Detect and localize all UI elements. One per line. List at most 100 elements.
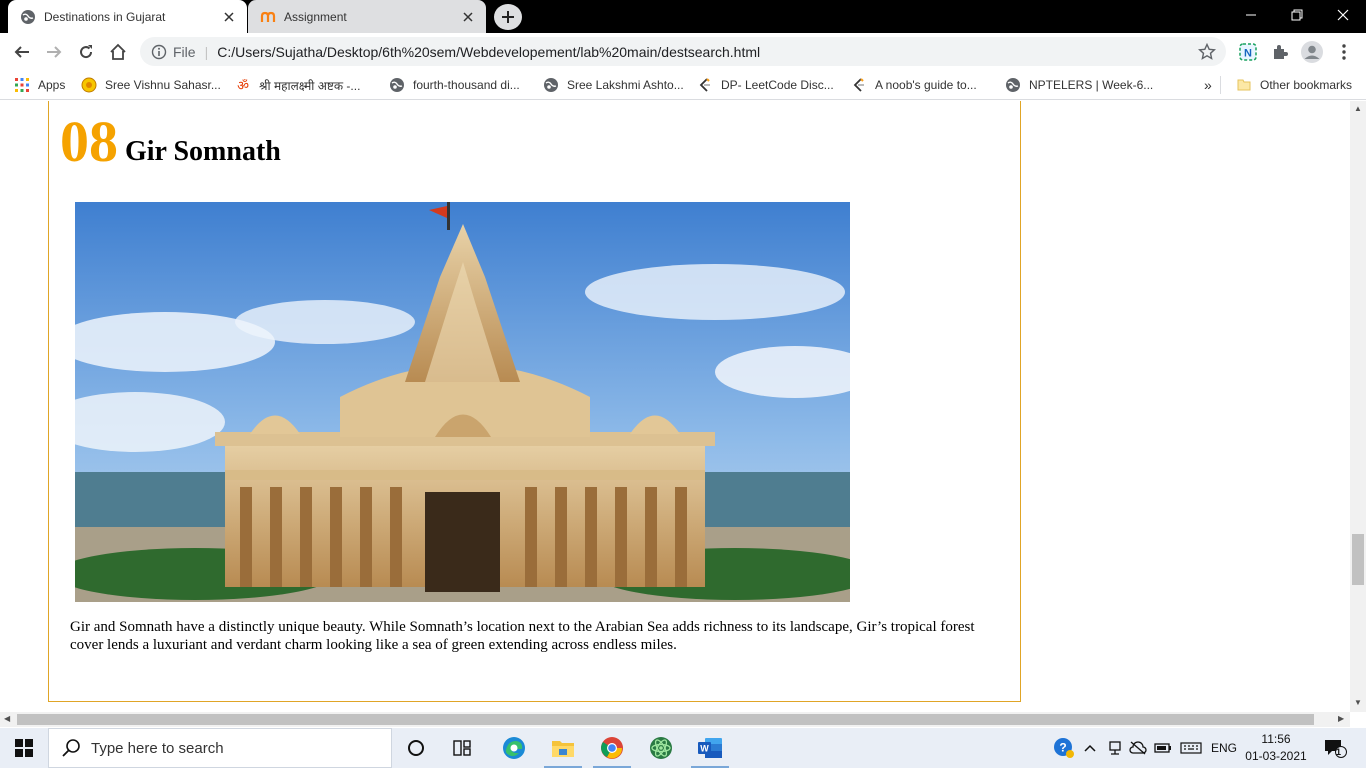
address-bar[interactable]: File | C:/Users/Sujatha/Desktop/6th%20se…: [140, 37, 1226, 66]
reload-icon: [80, 45, 93, 59]
taskbar-edge[interactable]: [491, 728, 537, 768]
bookmark-label: fourth-thousand di...: [413, 78, 520, 92]
chevron-up-icon[interactable]: [1080, 728, 1100, 768]
atom-editor-icon: [650, 737, 672, 759]
cloud-off-icon[interactable]: [1127, 728, 1149, 768]
scroll-right-icon[interactable]: ▶: [1338, 714, 1344, 723]
taskbar-word[interactable]: W: [687, 728, 733, 768]
globe-icon: [389, 77, 405, 93]
taskbar-search-placeholder: Type here to search: [91, 739, 224, 757]
battery-icon[interactable]: [1152, 728, 1174, 768]
close-tab-icon[interactable]: [460, 9, 476, 25]
destination-description: Gir and Somnath have a distinctly unique…: [70, 619, 975, 653]
notifications-button[interactable]: 1: [1318, 728, 1352, 768]
help-tray-icon[interactable]: ?: [1052, 728, 1076, 768]
address-separator: |: [204, 43, 209, 60]
horizontal-scroll-thumb[interactable]: [17, 714, 1314, 725]
close-window-button[interactable]: [1320, 0, 1366, 30]
bookmark-lakshmi-ashto[interactable]: Sree Lakshmi Ashto...: [543, 76, 684, 94]
close-tab-icon[interactable]: [221, 9, 237, 25]
system-clock[interactable]: 11:56 01-03-2021: [1244, 731, 1308, 765]
vertical-scrollbar[interactable]: [1350, 101, 1366, 712]
bookmark-apps[interactable]: Apps: [14, 76, 65, 94]
bookmark-vishnu[interactable]: Sree Vishnu Sahasr...: [81, 76, 221, 94]
close-icon: [1337, 9, 1349, 21]
plus-icon: [502, 11, 514, 23]
word-icon: W: [698, 738, 722, 758]
home-button[interactable]: [104, 38, 132, 66]
cortana-circle-icon: [408, 740, 424, 756]
bookmark-fourth-thousand[interactable]: fourth-thousand di...: [389, 76, 520, 94]
bookmark-label: Apps: [38, 78, 66, 92]
bookmark-label: Sree Vishnu Sahasr...: [105, 78, 221, 92]
apps-grid-icon: [14, 77, 30, 93]
task-view-icon: [453, 740, 471, 756]
taskbar-search[interactable]: Type here to search: [48, 728, 392, 768]
leetcode-icon: [697, 77, 713, 93]
bookmarks-divider: [1220, 76, 1221, 94]
new-tab-button[interactable]: [494, 4, 522, 30]
svg-text:?: ?: [1059, 741, 1066, 755]
menu-kebab-icon[interactable]: [1332, 40, 1356, 64]
more-bookmarks-button[interactable]: »: [1204, 76, 1212, 94]
scroll-down-icon[interactable]: ▼: [1354, 698, 1362, 707]
notification-count: 1: [1336, 747, 1342, 757]
chrome-icon: [601, 737, 623, 759]
globe-icon: [1005, 77, 1021, 93]
tab-title: Assignment: [284, 9, 347, 24]
keyboard-icon[interactable]: [1178, 728, 1204, 768]
bookmark-label: NPTELERS | Week-6...: [1029, 78, 1154, 92]
extensions-puzzle-icon[interactable]: [1268, 40, 1292, 64]
edge-icon: [503, 737, 525, 759]
vertical-scroll-thumb[interactable]: [1352, 534, 1364, 585]
back-arrow-icon: [14, 46, 29, 58]
page-viewport: 08 Gir Somnath Gir and Somnath have a di…: [0, 101, 1350, 712]
info-icon[interactable]: [151, 44, 167, 60]
svg-text:ॐ: ॐ: [237, 79, 249, 93]
tab-destinations[interactable]: Destinations in Gujarat: [8, 0, 247, 33]
bookmark-leetcode-dp[interactable]: DP- LeetCode Disc...: [697, 76, 834, 94]
bookmark-mahalakshmi[interactable]: ॐ श्री महालक्ष्मी अष्टक -...: [235, 76, 360, 94]
bookmark-label: Sree Lakshmi Ashto...: [567, 78, 684, 92]
bookmarks-bar: Apps Sree Vishnu Sahasr... ॐ श्री महालक्…: [0, 70, 1366, 100]
scroll-up-icon[interactable]: ▲: [1354, 104, 1362, 113]
start-button[interactable]: [0, 728, 48, 768]
back-button[interactable]: [8, 38, 36, 66]
browser-toolbar: File | C:/Users/Sujatha/Desktop/6th%20se…: [0, 33, 1366, 70]
extension-n-icon[interactable]: N: [1236, 40, 1260, 64]
bookmark-noob-guide[interactable]: A noob's guide to...: [851, 76, 977, 94]
task-view-button[interactable]: [440, 728, 486, 768]
destination-title: Gir Somnath: [125, 136, 281, 167]
somnath-temple-image: [75, 202, 850, 602]
sun-icon: [81, 77, 97, 93]
notification-icon: [1325, 740, 1347, 758]
tab-assignment[interactable]: Assignment: [248, 0, 486, 33]
minimize-button[interactable]: [1228, 0, 1274, 30]
globe-icon: [20, 9, 36, 25]
taskbar-chrome[interactable]: [589, 728, 635, 768]
moodle-icon: [260, 9, 276, 25]
cortana-button[interactable]: [393, 728, 439, 768]
taskbar-file-explorer[interactable]: [540, 728, 586, 768]
bookmark-star-icon[interactable]: [1198, 42, 1216, 61]
language-indicator[interactable]: ENG: [1208, 728, 1240, 768]
restore-button[interactable]: [1274, 0, 1320, 30]
address-scheme: File: [173, 43, 196, 60]
other-bookmarks-folder[interactable]: Other bookmarks: [1236, 76, 1352, 94]
destination-number: 08: [60, 109, 118, 174]
taskbar-atom[interactable]: [638, 728, 684, 768]
browser-titlebar: Destinations in Gujarat Assignment: [0, 0, 1366, 33]
profile-avatar-icon[interactable]: [1300, 40, 1324, 64]
forward-arrow-icon: [47, 46, 62, 58]
network-tray-icon[interactable]: [1104, 728, 1126, 768]
address-url[interactable]: C:/Users/Sujatha/Desktop/6th%20sem/Webde…: [217, 44, 1198, 60]
reload-button[interactable]: [72, 38, 100, 66]
bookmark-label: A noob's guide to...: [875, 78, 977, 92]
windows-taskbar: Type here to search W ? ENG 11:56 01-03-…: [0, 728, 1366, 768]
scroll-left-icon[interactable]: ◀: [4, 714, 10, 723]
forward-button[interactable]: [40, 38, 68, 66]
clock-date: 01-03-2021: [1245, 749, 1307, 763]
folder-icon: [1236, 77, 1252, 93]
bookmark-nptelers[interactable]: NPTELERS | Week-6...: [1005, 76, 1153, 94]
windows-logo-icon: [15, 739, 33, 757]
